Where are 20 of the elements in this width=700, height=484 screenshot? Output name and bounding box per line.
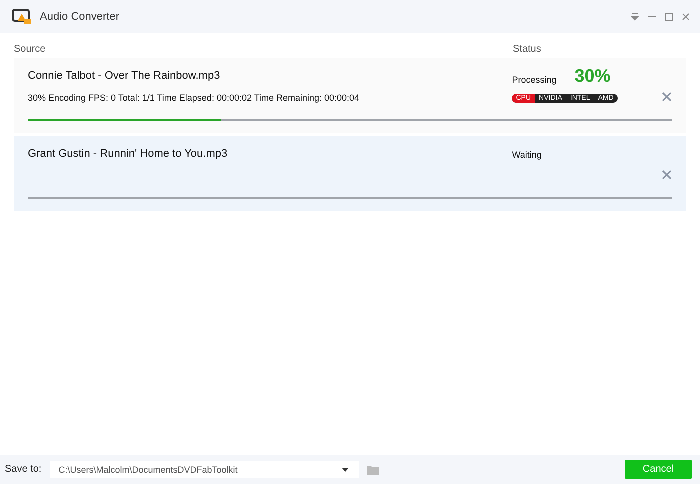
column-header: Source [14,44,47,55]
path-dropdown[interactable]: C:\Users\Malcolm\DocumentsDVDFabToolkit [50,461,359,478]
progress-percent: 30% [574,66,611,87]
app-logo-icon [12,8,32,24]
file-name: Connie Talbot - Over The Rainbow.mp3 [28,70,222,82]
status-text: Waiting [512,149,542,160]
dropdown-icon[interactable] [631,12,639,20]
close-icon[interactable] [682,12,690,20]
remove-icon[interactable] [662,92,672,102]
save-to-label: Save to: [5,464,42,475]
remove-icon[interactable] [662,170,672,180]
folder-icon[interactable] [366,464,379,474]
progress-details: 30% Encoding FPS: 0 Total: 1/1 Time Elapsed: 00:00:02 Time Remaining: 00:00:04 [28,93,361,103]
window-title: Audio Converter [40,10,120,22]
caret-icon [342,468,349,472]
file-name: Grant Gustin - Runnin' Home to You.mp3 [28,148,229,160]
status-text: Processing [512,74,557,84]
maximize-icon[interactable] [665,12,673,20]
column-header: Status [513,44,542,55]
file-row[interactable]: Grant Gustin - Runnin' Home to You.mp3 Waiting [14,136,686,211]
